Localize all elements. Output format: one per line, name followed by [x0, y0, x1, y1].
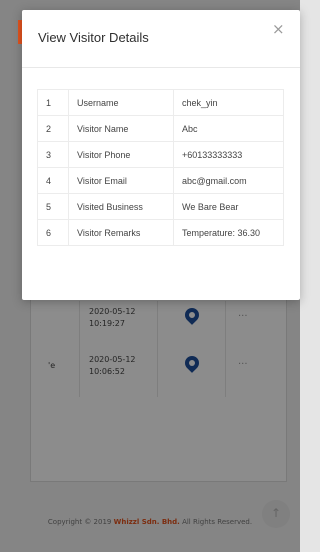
row-number: 2 — [37, 115, 69, 142]
detail-row: 6 Visitor Remarks Temperature: 36.30 — [37, 219, 284, 246]
row-number: 4 — [37, 167, 69, 194]
detail-label: Visited Business — [68, 193, 174, 220]
detail-label: Visitor Phone — [68, 141, 174, 168]
detail-label: Username — [68, 89, 174, 116]
detail-value: We Bare Bear — [173, 193, 284, 220]
modal-divider — [22, 67, 300, 68]
row-number: 5 — [37, 193, 69, 220]
detail-value: Abc — [173, 115, 284, 142]
detail-value: +60133333333 — [173, 141, 284, 168]
visitor-details-table: 1 Username chek_yin 2 Visitor Name Abc 3… — [37, 89, 284, 246]
detail-row: 1 Username chek_yin — [37, 89, 284, 116]
close-icon[interactable]: × — [272, 20, 285, 38]
detail-value: chek_yin — [173, 89, 284, 116]
detail-label: Visitor Email — [68, 167, 174, 194]
modal-title: View Visitor Details — [38, 30, 149, 45]
detail-label: Visitor Remarks — [68, 219, 174, 246]
detail-row: 4 Visitor Email abc@gmail.com — [37, 167, 284, 194]
visitor-details-modal: View Visitor Details × 1 Username chek_y… — [22, 10, 300, 300]
row-number: 6 — [37, 219, 69, 246]
detail-row: 3 Visitor Phone +60133333333 — [37, 141, 284, 168]
detail-label: Visitor Name — [68, 115, 174, 142]
detail-value: Temperature: 36.30 — [173, 219, 284, 246]
row-number: 1 — [37, 89, 69, 116]
detail-value: abc@gmail.com — [173, 167, 284, 194]
detail-row: 2 Visitor Name Abc — [37, 115, 284, 142]
detail-row: 5 Visited Business We Bare Bear — [37, 193, 284, 220]
row-number: 3 — [37, 141, 69, 168]
